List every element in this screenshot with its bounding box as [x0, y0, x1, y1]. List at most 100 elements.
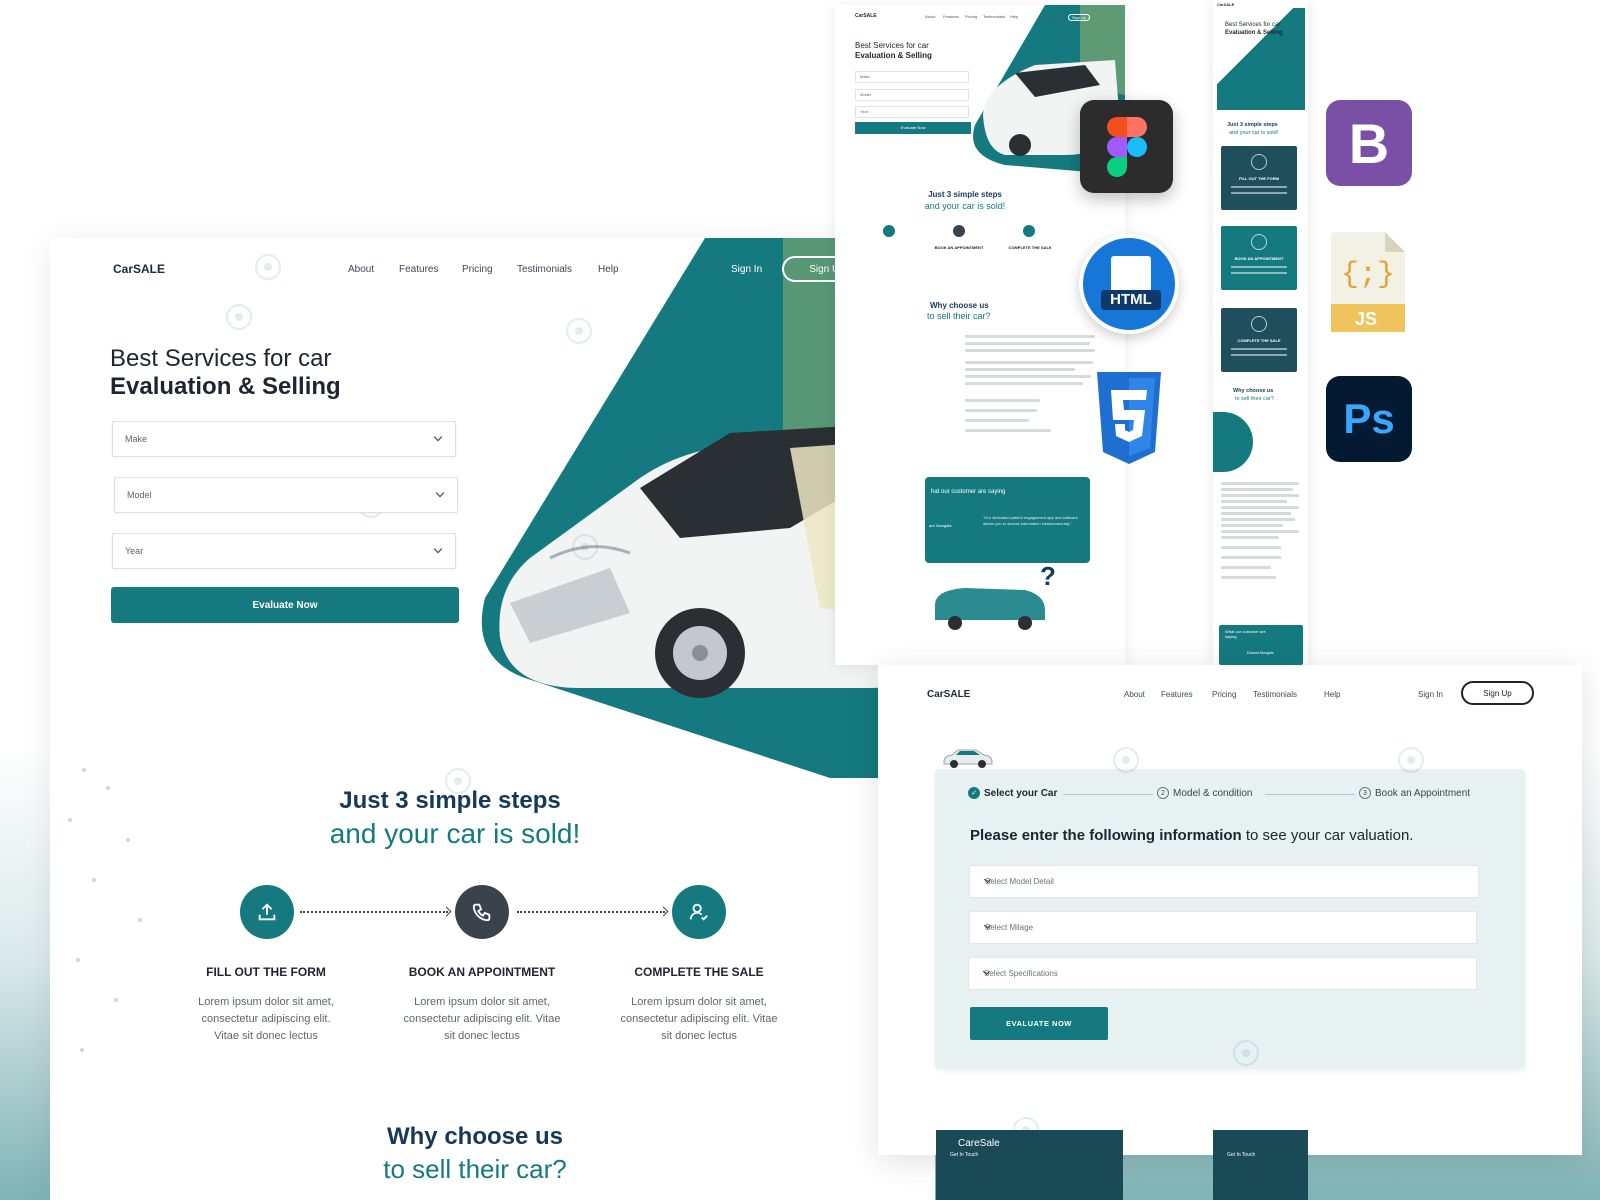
wizard-step-3-label: Book an Appointment [1375, 787, 1471, 799]
mini-testimonial-card: hat our customer are saying "Our dedicat… [925, 477, 1090, 563]
hero-title-line1: Best Services for car [110, 345, 332, 372]
step-2-desc-line3: sit donec lectus [444, 1030, 520, 1042]
mini-nav-pricing[interactable]: Pricing [965, 14, 977, 19]
upload-icon [1251, 154, 1267, 170]
mini-phone-icon [953, 225, 965, 237]
step-1-desc-line3: Vitae sit donec lectus [214, 1030, 318, 1042]
phone-why-subheading: to sell their car? [1235, 396, 1274, 402]
form-nav-testimonials[interactable]: Testimonials [1253, 690, 1297, 699]
nav-about[interactable]: About [348, 264, 374, 275]
footer-brand: CareSale [958, 1138, 1000, 1149]
model-select[interactable]: Model [114, 477, 458, 513]
mini-sign-in[interactable]: Sign In [1047, 14, 1059, 19]
nav-testimonials[interactable]: Testimonials [517, 264, 572, 275]
mini-sign-up[interactable]: Sign Up [1068, 14, 1091, 21]
form-sign-up-button[interactable]: Sign Up [1461, 681, 1534, 705]
model-detail-select[interactable]: Select Model Detail [969, 865, 1479, 898]
year-select-label: Year [125, 546, 144, 556]
chevron-down-icon [435, 488, 445, 498]
step-arrow-1 [300, 911, 448, 913]
step-2-desc-line1: Lorem ipsum dolor sit amet, [414, 996, 550, 1008]
milage-placeholder: Select Milage [985, 923, 1034, 932]
brand-logo[interactable]: CarSALE [113, 262, 165, 276]
wizard-step-2[interactable]: 2 Model & condition [1157, 787, 1253, 799]
mini-hero-title-line1: Best Services for car [855, 41, 929, 50]
mini-steps-heading: Just 3 simple steps [928, 190, 1002, 199]
wizard-step-2-number: 2 [1157, 787, 1169, 799]
phone-brand-logo[interactable]: CarSALE [1217, 2, 1234, 7]
form-nav-help[interactable]: Help [1324, 690, 1340, 699]
mini-evaluate-button[interactable]: Evaluate Now [855, 122, 971, 134]
phone-step-card-3: COMPLETE THE SALE [1221, 308, 1297, 372]
user-check-icon [672, 885, 726, 939]
year-select[interactable]: Year [112, 533, 456, 569]
wizard-step-1[interactable]: ✓ Select your Car [968, 787, 1057, 799]
hero-title-line2: Evaluation & Selling [110, 373, 341, 400]
mini-nav-help[interactable]: Help [1010, 14, 1018, 19]
nav-help[interactable]: Help [598, 264, 619, 275]
footer-get-in-touch: Get In Touch [950, 1152, 979, 1158]
wizard-connector-2 [1265, 794, 1355, 795]
valuation-card: ✓ Select your Car 2 Model & condition 3 … [935, 769, 1525, 1069]
phone-testimonial-card: What our customer are saying Edward Nowg… [1219, 625, 1303, 665]
html-label: HTML [1101, 290, 1161, 310]
small-car-icon [943, 749, 993, 768]
mini-nav-testimonials[interactable]: Testimonials [983, 14, 1005, 19]
specifications-placeholder: Select Specifications [984, 969, 1058, 978]
mini-step-2-title: BOOK AN APPOINTMENT [934, 245, 984, 250]
mini-model-label: Model [860, 92, 871, 97]
phone-icon [455, 885, 509, 939]
svg-text:?: ? [1040, 561, 1056, 591]
user-check-icon [1251, 316, 1267, 332]
check-circle-icon: ✓ [968, 787, 980, 799]
upload-icon [240, 885, 294, 939]
model-select-label: Model [127, 490, 152, 500]
mini-make-select[interactable]: Make [855, 71, 969, 83]
step-1-title: FILL OUT THE FORM [206, 965, 326, 979]
landing-page-preview: CarSALE About Features Pricing Testimoni… [50, 238, 935, 1200]
form-nav-about[interactable]: About [1124, 690, 1145, 699]
mini-upload-icon [883, 225, 895, 237]
form-heading-rest: to see your car valuation. [1241, 827, 1414, 844]
evaluate-now-button[interactable]: Evaluate Now [111, 587, 459, 623]
html-icon: HTML [1079, 234, 1179, 334]
phone-step-card-2: BOOK AN APPOINTMENT [1221, 226, 1297, 290]
step-1-desc-line2: consectetur adipiscing elit. [201, 1013, 331, 1025]
form-brand-logo[interactable]: CarSALE [927, 689, 970, 700]
mini-nav-about[interactable]: About [925, 14, 935, 19]
phone-steps-subheading: and your car is sold! [1229, 130, 1279, 136]
svg-text:JS: JS [1355, 309, 1377, 329]
phone-step-3-title: COMPLETE THE SALE [1237, 338, 1281, 343]
mini-nav-features[interactable]: Features [943, 14, 959, 19]
step-1-desc-line1: Lorem ipsum dolor sit amet, [198, 996, 334, 1008]
css3-icon [1097, 372, 1161, 464]
nav-features[interactable]: Features [399, 264, 438, 275]
footer-get-in-touch-mobile: Get In Touch [1227, 1152, 1256, 1158]
form-nav-pricing[interactable]: Pricing [1212, 690, 1236, 699]
model-detail-placeholder: Select Model Detail [985, 877, 1054, 886]
milage-select[interactable]: Select Milage [969, 911, 1477, 944]
js-file-icon: {;} JS [1331, 232, 1405, 332]
step-2-title: BOOK AN APPOINTMENT [408, 965, 556, 979]
mini-year-label: Year [860, 109, 869, 114]
make-select[interactable]: Make [112, 421, 456, 457]
why-subheading: to sell their car? [383, 1154, 567, 1184]
form-sign-in-link[interactable]: Sign In [1418, 690, 1443, 699]
mini-testimonial-name: ard Nowgate [929, 523, 952, 528]
phone-testimonial-name: Edward Nowgate [1247, 651, 1274, 655]
nav-pricing[interactable]: Pricing [462, 264, 493, 275]
mini-model-select[interactable]: Model [855, 89, 969, 101]
mini-brand-logo[interactable]: CarSALE [855, 13, 877, 19]
footer-sliver-desktop: CareSale Get In Touch [936, 1130, 1123, 1200]
mini-user-check-icon [1023, 225, 1035, 237]
mobile-preview: CarSALE Best Services for car Evaluation… [1213, 0, 1308, 665]
sign-in-link[interactable]: Sign In [731, 264, 762, 275]
specifications-select[interactable]: Select Specifications [968, 957, 1477, 990]
evaluate-now-button[interactable]: EVALUATE NOW [970, 1007, 1108, 1040]
chevron-down-icon [433, 432, 443, 442]
steps-heading: Just 3 simple steps [339, 787, 561, 814]
phone-testimonial-title: What our customer are saying [1225, 629, 1266, 639]
form-nav-features[interactable]: Features [1161, 690, 1193, 699]
wizard-step-3[interactable]: 3 Book an Appointment [1359, 787, 1470, 799]
mini-year-select[interactable]: Year [855, 106, 969, 118]
